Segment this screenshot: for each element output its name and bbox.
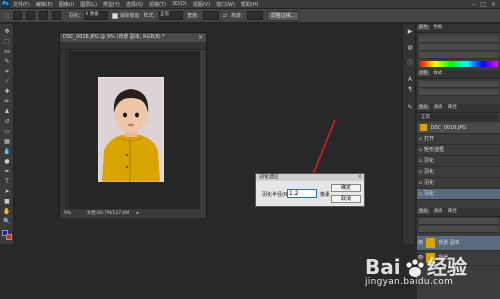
tab-layers[interactable]: 图层: [417, 105, 430, 110]
info-icon[interactable]: ⓘ: [406, 60, 414, 68]
adjustment-row[interactable]: [419, 81, 498, 88]
properties-icon[interactable]: ◍: [406, 44, 414, 52]
layer-opacity-row[interactable]: [419, 226, 498, 233]
history-step-name: 矩形选框: [424, 147, 445, 153]
history-row[interactable]: ▫ 打开: [417, 134, 500, 145]
eye-icon[interactable]: 👁: [417, 236, 424, 250]
adjustment-row[interactable]: [419, 89, 498, 96]
tab-channels[interactable]: 通道: [431, 105, 444, 110]
tab-styles[interactable]: 样式: [431, 71, 444, 76]
history-row[interactable]: ▫ 羽化: [417, 178, 500, 189]
layers-panel-tabs-bottom: 图层 通道 路径: [417, 208, 500, 217]
history-row-active[interactable]: ▫ 羽化: [417, 189, 500, 200]
color-slider[interactable]: [419, 36, 498, 43]
history-step-name: 羽化: [424, 191, 435, 197]
history-row[interactable]: ▫ 矩形选框: [417, 145, 500, 156]
color-panel-tabs: 颜色 色板: [417, 24, 500, 33]
history-step-name: 羽化: [424, 180, 435, 186]
layer-row[interactable]: 👁 背景: [417, 251, 500, 266]
tab-adjustments[interactable]: 调整: [417, 71, 430, 76]
dialog-title: 羽化选区: [256, 174, 364, 181]
history-row-snapshot[interactable]: DSC_0016.JPG: [417, 123, 500, 134]
history-step-icon: ▫: [418, 180, 423, 186]
tab-swatches[interactable]: 色板: [431, 25, 444, 30]
tab-layers[interactable]: 图层: [417, 209, 430, 214]
color-slider[interactable]: [419, 44, 498, 51]
layer-thumbnail: [425, 237, 435, 248]
history-step-name: 羽化: [424, 169, 435, 175]
history-step-icon: ▫: [418, 191, 423, 197]
history-step-icon: ▫: [418, 158, 423, 164]
feather-radius-input[interactable]: 1.2: [287, 189, 317, 198]
layers-panel-tabs: 图层 通道 路径: [417, 104, 500, 113]
collapsed-panel-column: ▶ ◍ ⓘ A ¶ ✎: [402, 24, 416, 244]
tab-paths[interactable]: 路径: [446, 105, 459, 110]
blend-mode-select[interactable]: 正常: [419, 114, 498, 121]
history-icon[interactable]: ▶: [406, 28, 414, 36]
history-step-icon: ▫: [418, 136, 423, 142]
tab-channels[interactable]: 通道: [431, 209, 444, 214]
history-step-icon: ▫: [418, 169, 423, 175]
layer-name[interactable]: 背景 副本: [438, 240, 460, 246]
close-icon[interactable]: ×: [358, 174, 362, 181]
brush-preset-icon[interactable]: ✎: [406, 104, 414, 112]
color-slider[interactable]: [419, 52, 498, 59]
snapshot-name: DSC_0016.JPG: [430, 125, 467, 131]
layer-filter-row[interactable]: [419, 218, 498, 225]
tab-paths[interactable]: 路径: [446, 209, 459, 214]
tab-color[interactable]: 颜色: [417, 25, 430, 30]
history-step-icon: ▫: [418, 147, 423, 153]
feather-selection-dialog: 羽化选区 × 羽化半径(R): 1.2 像素 确定 取消: [255, 173, 365, 207]
character-icon[interactable]: A: [406, 76, 414, 84]
ok-button[interactable]: 确定: [331, 184, 361, 192]
paragraph-icon[interactable]: ¶: [406, 86, 414, 94]
color-ramp[interactable]: [419, 61, 498, 67]
watermark-url: jingyan.baidu.com: [365, 277, 454, 287]
layer-name[interactable]: 背景: [438, 255, 448, 261]
history-row[interactable]: ▫ 羽化: [417, 167, 500, 178]
cancel-button[interactable]: 取消: [331, 195, 361, 203]
history-row[interactable]: ▫ 羽化: [417, 156, 500, 167]
snapshot-thumbnail: [420, 124, 427, 131]
right-panels: 颜色 色板 调整 样式 图层 通道 路径 正常 DSC_0016.JPG ▫ 打开…: [417, 24, 500, 299]
layer-thumbnail: [425, 252, 435, 263]
adjustments-panel-tabs: 调整 样式: [417, 70, 500, 79]
unit-label: 像素: [320, 192, 331, 198]
layer-row-active[interactable]: 👁 背景 副本: [417, 236, 500, 251]
eye-icon[interactable]: 👁: [417, 251, 424, 265]
history-step-name: 羽化: [424, 158, 435, 164]
history-step-name: 打开: [424, 136, 435, 142]
